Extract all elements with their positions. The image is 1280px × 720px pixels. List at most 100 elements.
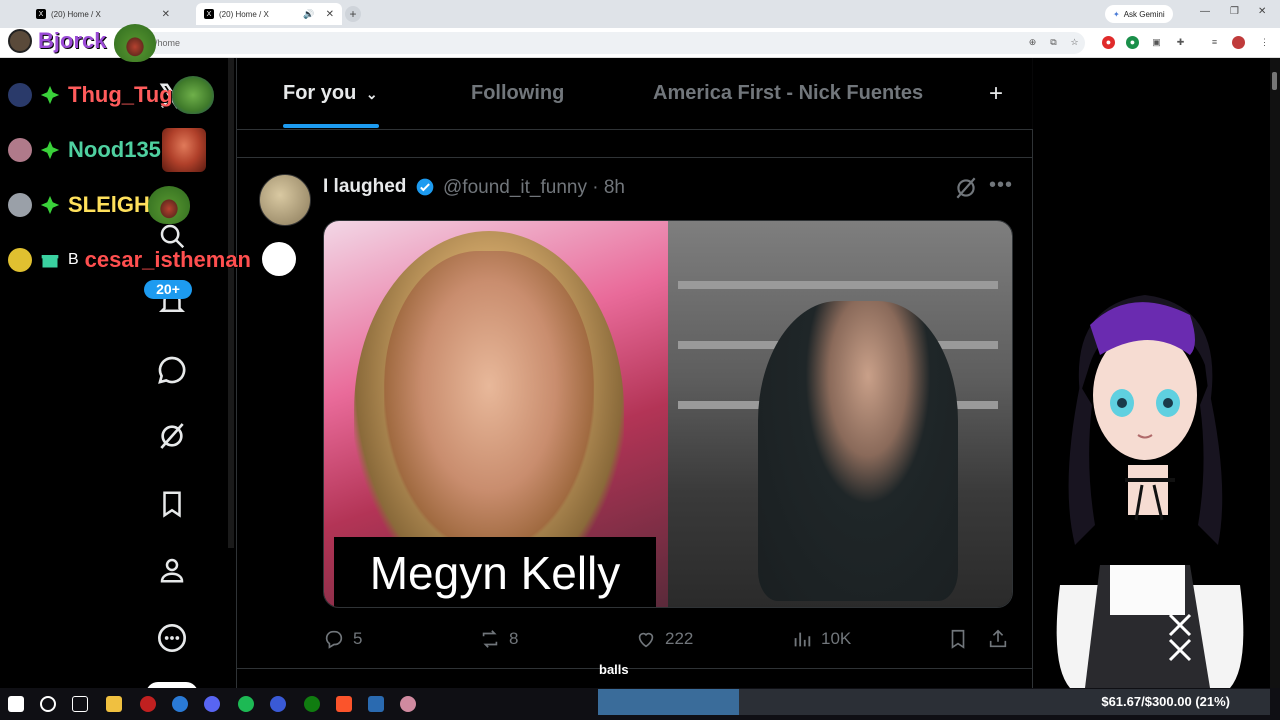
like-button[interactable]: 222 <box>635 628 693 650</box>
like-count: 222 <box>665 629 694 648</box>
next-post-remnant <box>237 668 1034 688</box>
add-tab-icon[interactable]: + <box>989 80 1003 108</box>
verified-badge-icon <box>416 178 434 196</box>
previous-post-remnant <box>237 130 1034 158</box>
extension-adblock-icon[interactable]: ● <box>1102 36 1115 49</box>
grok-explain-button[interactable] <box>953 175 979 206</box>
brave-icon[interactable] <box>336 696 352 712</box>
grok-icon <box>160 423 184 449</box>
browser-tab-2[interactable]: X (20) Home / X 🔊 ✕ <box>196 3 342 25</box>
gift-badge-icon <box>38 248 62 272</box>
close-window-icon[interactable]: ✕ <box>1258 6 1266 17</box>
tab-for-you[interactable]: For you ⌄ <box>283 82 378 105</box>
minimize-icon[interactable]: — <box>1200 6 1210 17</box>
share-icon <box>989 629 1007 648</box>
spotify-icon[interactable] <box>238 696 254 712</box>
profile-avatar[interactable] <box>1232 36 1245 49</box>
tab-title: (20) Home / X <box>51 9 101 19</box>
active-tab-indicator <box>283 124 379 128</box>
repost-button[interactable]: 8 <box>479 628 518 650</box>
browser-tab-1[interactable]: X (20) Home / X ✕ <box>28 3 178 25</box>
task-view-icon[interactable] <box>72 696 88 712</box>
streamer-name: Bjorck <box>38 28 107 53</box>
sub-badge-icon <box>38 138 62 162</box>
extension-icon[interactable]: ▣ <box>1150 36 1163 49</box>
app-icon[interactable] <box>400 696 416 712</box>
chatter-avatar <box>8 193 32 217</box>
chatter-name: SLElGH <box>68 192 150 217</box>
chevron-down-icon[interactable]: ⌄ <box>366 86 378 102</box>
bookmark-icon <box>951 629 965 649</box>
views-chart-icon <box>794 632 811 647</box>
tab-following[interactable]: Following <box>471 82 564 105</box>
puzzle-icon[interactable]: ✚ <box>1174 36 1187 49</box>
chrome-icon[interactable] <box>172 696 188 712</box>
repost-count: 8 <box>509 629 519 648</box>
app-icon[interactable] <box>270 696 286 712</box>
notifications-badge: 20+ <box>144 280 192 299</box>
reply-count: 5 <box>353 629 363 648</box>
share-button[interactable] <box>987 628 1009 650</box>
messages-nav[interactable] <box>152 350 192 390</box>
media-image-person <box>758 301 958 601</box>
bookmark-button[interactable] <box>947 628 969 650</box>
tweet[interactable]: I laughed @found_it_funny · 8h ••• Megyn… <box>237 158 1034 668</box>
start-icon[interactable] <box>8 696 24 712</box>
media-control-icon[interactable]: ≡ <box>1208 36 1221 49</box>
browser-toolbar: /home ⊕ ⧉ ☆ ● ● ▣ ✚ ≡ ⋮ <box>0 28 1280 58</box>
chatter-avatar <box>8 138 32 162</box>
media-left-panel: Megyn Kelly <box>324 221 668 607</box>
maximize-icon[interactable]: ❐ <box>1230 6 1239 17</box>
streamer-tag: Bjorck <box>8 28 106 54</box>
face-emote-icon <box>162 128 206 172</box>
author-handle-time[interactable]: @found_it_funny · 8h <box>443 177 625 199</box>
vtuber-avatar <box>1056 295 1244 688</box>
x-logo-icon: X <box>204 9 214 19</box>
install-icon[interactable]: ⧉ <box>1047 36 1060 49</box>
page-scrollbar-thumb[interactable] <box>1272 72 1277 90</box>
discord-icon[interactable] <box>204 696 220 712</box>
page-scrollbar[interactable] <box>1270 58 1280 688</box>
address-bar[interactable]: /home <box>130 32 1085 54</box>
obs-icon[interactable] <box>140 696 156 712</box>
chatter-name: Nood135 <box>68 137 161 162</box>
extension-grammar-icon[interactable]: ● <box>1126 36 1139 49</box>
pepe-emote-icon <box>172 76 214 114</box>
author-name[interactable]: I laughed <box>323 176 406 198</box>
search-icon[interactable] <box>40 696 56 712</box>
views-button[interactable]: 10K <box>791 628 851 650</box>
view-count: 10K <box>821 629 852 648</box>
feed-tabs: For you ⌄ Following America First - Nick… <box>237 58 1034 130</box>
grok-nav[interactable] <box>152 416 192 456</box>
zoom-icon[interactable]: ⊕ <box>1026 36 1039 49</box>
author-avatar[interactable] <box>259 174 311 226</box>
more-options-icon[interactable]: ••• <box>989 174 1013 197</box>
grok-icon <box>956 177 976 199</box>
tab-title: (20) Home / X <box>219 9 269 19</box>
repost-icon <box>482 630 498 648</box>
ask-gemini-button[interactable]: ✦ Ask Gemini <box>1105 5 1173 23</box>
file-explorer-icon[interactable] <box>106 696 122 712</box>
tab-list[interactable]: America First - Nick Fuentes <box>653 82 923 105</box>
menu-icon[interactable]: ⋮ <box>1258 36 1271 49</box>
media-image-face <box>384 251 594 551</box>
donation-goal-text: $61.67/$300.00 (21%) <box>1101 694 1230 709</box>
sub-badge-icon <box>38 83 62 107</box>
tweet-media[interactable]: Megyn Kelly <box>323 220 1013 608</box>
more-nav[interactable] <box>152 618 192 658</box>
shelf <box>678 281 998 289</box>
reply-button[interactable]: 5 <box>323 628 362 650</box>
speaker-icon[interactable]: 🔊 <box>303 9 314 20</box>
url-text: /home <box>155 38 181 48</box>
close-icon[interactable]: ✕ <box>326 9 334 20</box>
bookmarks-nav[interactable] <box>152 484 192 524</box>
bookmark-star-icon[interactable]: ☆ <box>1068 36 1081 49</box>
close-icon[interactable]: ✕ <box>162 9 170 20</box>
pepe-emote-icon <box>148 186 190 224</box>
xbox-icon[interactable] <box>304 696 320 712</box>
profile-nav[interactable] <box>152 550 192 590</box>
new-tab-button[interactable]: + <box>345 6 361 22</box>
pepe-emote-icon <box>114 24 156 62</box>
nav-scrollbar[interactable] <box>228 58 234 548</box>
vtube-studio-icon[interactable] <box>368 696 384 712</box>
